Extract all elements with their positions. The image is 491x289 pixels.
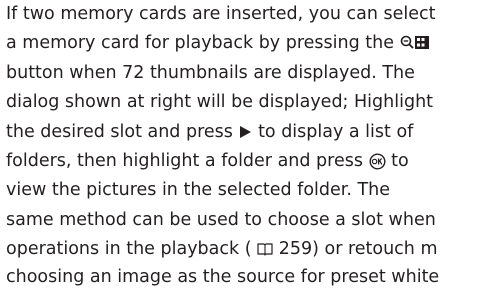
text: to display a list of <box>258 122 414 142</box>
zoom-out-thumbnail-icon <box>400 35 430 51</box>
text: the desired slot and press <box>6 122 233 142</box>
text: ) or retouch m <box>312 239 438 259</box>
text-line-1: If two memory cards are inserted, you ca… <box>6 4 436 24</box>
text: same method can be used to choose a slot… <box>6 210 436 230</box>
text: to <box>391 151 409 171</box>
text-line-5: the desired slot and press to display a … <box>6 122 413 142</box>
text: view the pictures in the selected folder… <box>6 180 391 200</box>
text: button when 72 thumbnails are displayed.… <box>6 63 415 83</box>
right-arrow-icon <box>238 125 252 139</box>
text-line-4: dialog shown at right will be displayed;… <box>6 92 433 112</box>
text: folders, then highlight a folder and pre… <box>6 151 363 171</box>
text-line-6: folders, then highlight a folder and pre… <box>6 151 409 171</box>
text: operations in the playback ( <box>6 239 252 259</box>
text: If two memory cards are inserted, you ca… <box>6 4 436 24</box>
text: a memory card for playback by pressing t… <box>6 33 394 53</box>
text: dialog shown at right will be displayed;… <box>6 92 434 112</box>
text-line-10: choosing an image as the source for pres… <box>6 267 439 287</box>
manual-page: If two memory cards are inserted, you ca… <box>6 0 491 289</box>
text-line-7: view the pictures in the selected folder… <box>6 180 390 200</box>
text-line-3: button when 72 thumbnails are displayed.… <box>6 63 415 83</box>
text-line-8: same method can be used to choose a slot… <box>6 210 436 230</box>
page-reference-link[interactable]: 259 <box>279 239 312 259</box>
text: choosing an image as the source for pres… <box>6 267 440 287</box>
ok-button-icon <box>369 152 386 170</box>
text-line-9: operations in the playback ( 259) or ret… <box>6 239 438 259</box>
book-reference-icon <box>257 242 273 256</box>
text-line-2: a memory card for playback by pressing t… <box>6 33 430 53</box>
